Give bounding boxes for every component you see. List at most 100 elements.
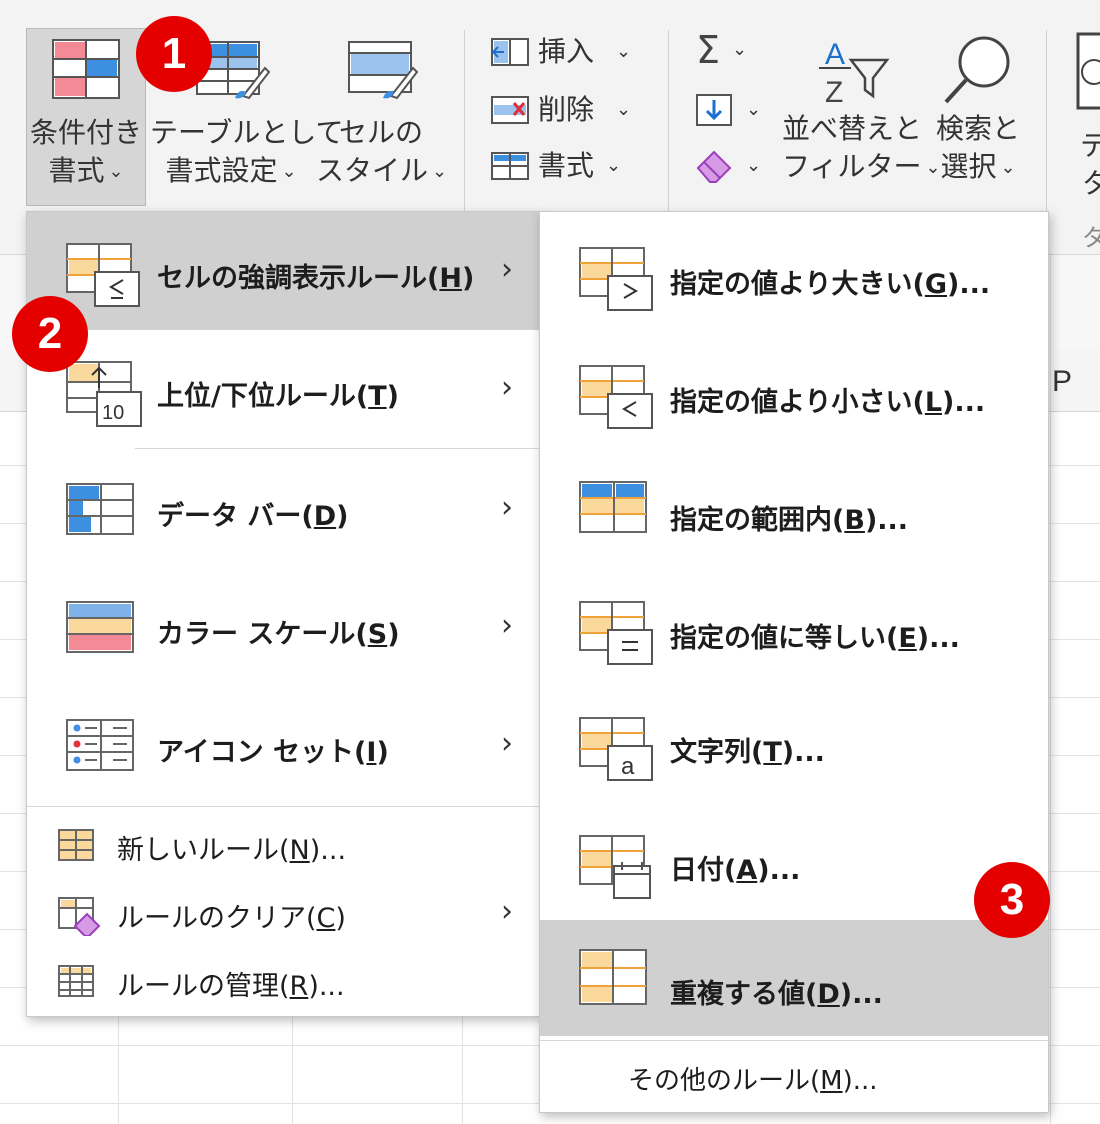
fill-button[interactable]: ⌄	[694, 90, 761, 130]
cut-off-group-label: タ	[1082, 224, 1100, 252]
ribbon-separator	[668, 30, 669, 220]
find-select-label-2: 選択 ⌄	[940, 150, 1016, 183]
menu-item-equal-to[interactable]: 指定の値に等しい(E)...	[540, 566, 1048, 684]
menu-item-data-bars[interactable]: データ バー(D) ›	[27, 450, 539, 568]
menu-item-label: セルの強調表示ルール(H)	[157, 263, 475, 294]
grid-line	[1050, 255, 1051, 1124]
menu-item-clear-rules[interactable]: ルールのクリア(C) ›	[27, 880, 539, 948]
date-occurring-icon	[579, 835, 651, 899]
conditional-formatting-icon	[52, 39, 120, 99]
chevron-right-icon: ›	[501, 370, 513, 405]
chevron-right-icon: ›	[501, 490, 513, 525]
menu-item-label: カラー スケール(S)	[157, 619, 400, 650]
cell-styles-label-1: セルの	[338, 116, 423, 149]
data-analysis-icon	[1076, 32, 1100, 110]
chevron-down-icon: ⌄	[606, 155, 622, 176]
menu-item-date-occurring[interactable]: 日付(A)...	[540, 802, 1048, 920]
eraser-icon	[696, 150, 732, 183]
find-select-button[interactable]: 検索と 選択 ⌄	[928, 34, 1028, 187]
sort-filter-label-1: 並べ替えと	[782, 112, 923, 145]
menu-item-manage-rules[interactable]: ルールの管理(R)...	[27, 948, 539, 1016]
cut-off-label-1: テ	[1080, 129, 1100, 162]
menu-item-top-bottom-rules[interactable]: 10 上位/下位ルール(T) ›	[27, 330, 539, 448]
menu-item-highlight-cell-rules[interactable]: セルの強調表示ルール(H) ›	[27, 212, 539, 330]
top-bottom-rules-icon: 10	[66, 361, 142, 427]
menu-item-label: 指定の値に等しい(E)...	[670, 623, 960, 654]
menu-item-less-than[interactable]: 指定の値より小さい(L)...	[540, 330, 1048, 448]
color-scales-icon	[66, 601, 134, 653]
cell-styles-label-2: スタイル ⌄	[316, 154, 448, 187]
menu-item-label: その他のルール(M)...	[628, 1066, 878, 1096]
cell-styles-button[interactable]: セルの スタイル ⌄	[316, 38, 448, 191]
insert-icon	[491, 38, 529, 66]
menu-divider	[27, 806, 539, 807]
format-label: 書式	[538, 149, 595, 182]
clear-button[interactable]: ⌄	[694, 146, 761, 186]
chevron-down-icon: ⌄	[616, 99, 632, 120]
chevron-down-icon: ⌄	[432, 161, 448, 182]
ribbon-separator	[1046, 30, 1047, 220]
highlight-cells-submenu: 指定の値より大きい(G)... 指定の値より小さい(L)... 指定の範囲内(B…	[539, 211, 1049, 1113]
menu-item-label: ルールの管理(R)...	[117, 971, 345, 1002]
menu-divider	[540, 1040, 1048, 1041]
menu-item-greater-than[interactable]: 指定の値より大きい(G)...	[540, 212, 1048, 330]
menu-item-color-scales[interactable]: カラー スケール(S) ›	[27, 568, 539, 686]
format-button[interactable]: 書式 ⌄	[490, 146, 621, 186]
menu-item-label: 上位/下位ルール(T)	[157, 381, 399, 412]
menu-item-label: 日付(A)...	[670, 855, 801, 886]
chevron-down-icon: ⌄	[732, 39, 748, 60]
icon-sets-icon	[66, 719, 134, 771]
menu-item-more-rules[interactable]: その他のルール(M)...	[540, 1044, 1048, 1112]
cut-off-label-2: タ	[1082, 167, 1100, 200]
chevron-right-icon: ›	[501, 894, 513, 929]
svg-text:A: A	[825, 38, 845, 71]
clear-rules-icon	[58, 897, 101, 936]
menu-item-label: 指定の値より大きい(G)...	[670, 269, 991, 300]
menu-item-label: 指定の範囲内(B)...	[670, 505, 909, 536]
menu-item-new-rule[interactable]: 新しいルール(N)...	[27, 812, 539, 880]
chevron-down-icon: ⌄	[746, 99, 762, 120]
chevron-down-icon: ⌄	[281, 161, 297, 182]
cell-styles-icon	[348, 41, 419, 100]
step-badge-3: 3	[974, 862, 1050, 938]
menu-item-label: アイコン セット(I)	[157, 737, 389, 768]
equal-to-icon	[579, 601, 653, 665]
chevron-down-icon: ⌄	[616, 41, 632, 62]
highlight-cells-icon	[66, 243, 140, 307]
sort-filter-label-2: フィルター ⌄	[782, 150, 941, 183]
menu-item-between[interactable]: 指定の範囲内(B)...	[540, 448, 1048, 566]
step-badge-1: 1	[136, 16, 212, 92]
menu-item-label: 指定の値より小さい(L)...	[670, 387, 986, 418]
delete-button[interactable]: 削除 ⌄	[490, 90, 631, 130]
chevron-right-icon: ›	[501, 608, 513, 643]
ribbon-separator	[464, 30, 465, 220]
sort-filter-button[interactable]: A Z 並べ替えと フィルター ⌄	[782, 34, 941, 187]
conditional-formatting-group: 条件付き 書式 ⌄	[26, 38, 146, 191]
menu-item-label: データ バー(D)	[157, 501, 349, 532]
sort-filter-icon: A Z	[819, 38, 890, 106]
greater-than-icon	[579, 247, 653, 311]
chevron-right-icon: ›	[501, 252, 513, 287]
less-than-icon	[579, 365, 653, 429]
autosum-button[interactable]: Σ ⌄	[696, 30, 747, 70]
menu-item-label: 重複する値(D)...	[670, 979, 883, 1010]
menu-item-label: 文字列(T)...	[670, 737, 825, 768]
menu-item-icon-sets[interactable]: アイコン セット(I) ›	[27, 686, 539, 804]
sigma-icon: Σ	[696, 28, 721, 72]
menu-item-duplicate-values[interactable]: 重複する値(D)...	[540, 920, 1048, 1036]
conditional-formatting-label-2: 書式 ⌄	[48, 154, 124, 187]
format-as-table-label-2: 書式設定 ⌄	[165, 154, 297, 187]
conditional-formatting-label-1: 条件付き	[29, 116, 142, 149]
delete-label: 削除	[538, 93, 595, 126]
svg-text:a: a	[621, 753, 635, 780]
format-as-table-label-1: テーブルとして	[150, 116, 344, 149]
insert-button[interactable]: 挿入 ⌄	[490, 32, 631, 72]
duplicate-values-icon	[579, 949, 647, 1005]
svg-text:Z: Z	[825, 76, 843, 106]
manage-rules-icon	[58, 965, 94, 997]
column-header-p[interactable]: P	[1052, 365, 1072, 399]
fill-down-icon	[696, 94, 732, 126]
menu-divider	[135, 448, 539, 449]
find-select-label-1: 検索と	[935, 112, 1020, 145]
menu-item-text-contains[interactable]: a 文字列(T)...	[540, 684, 1048, 802]
